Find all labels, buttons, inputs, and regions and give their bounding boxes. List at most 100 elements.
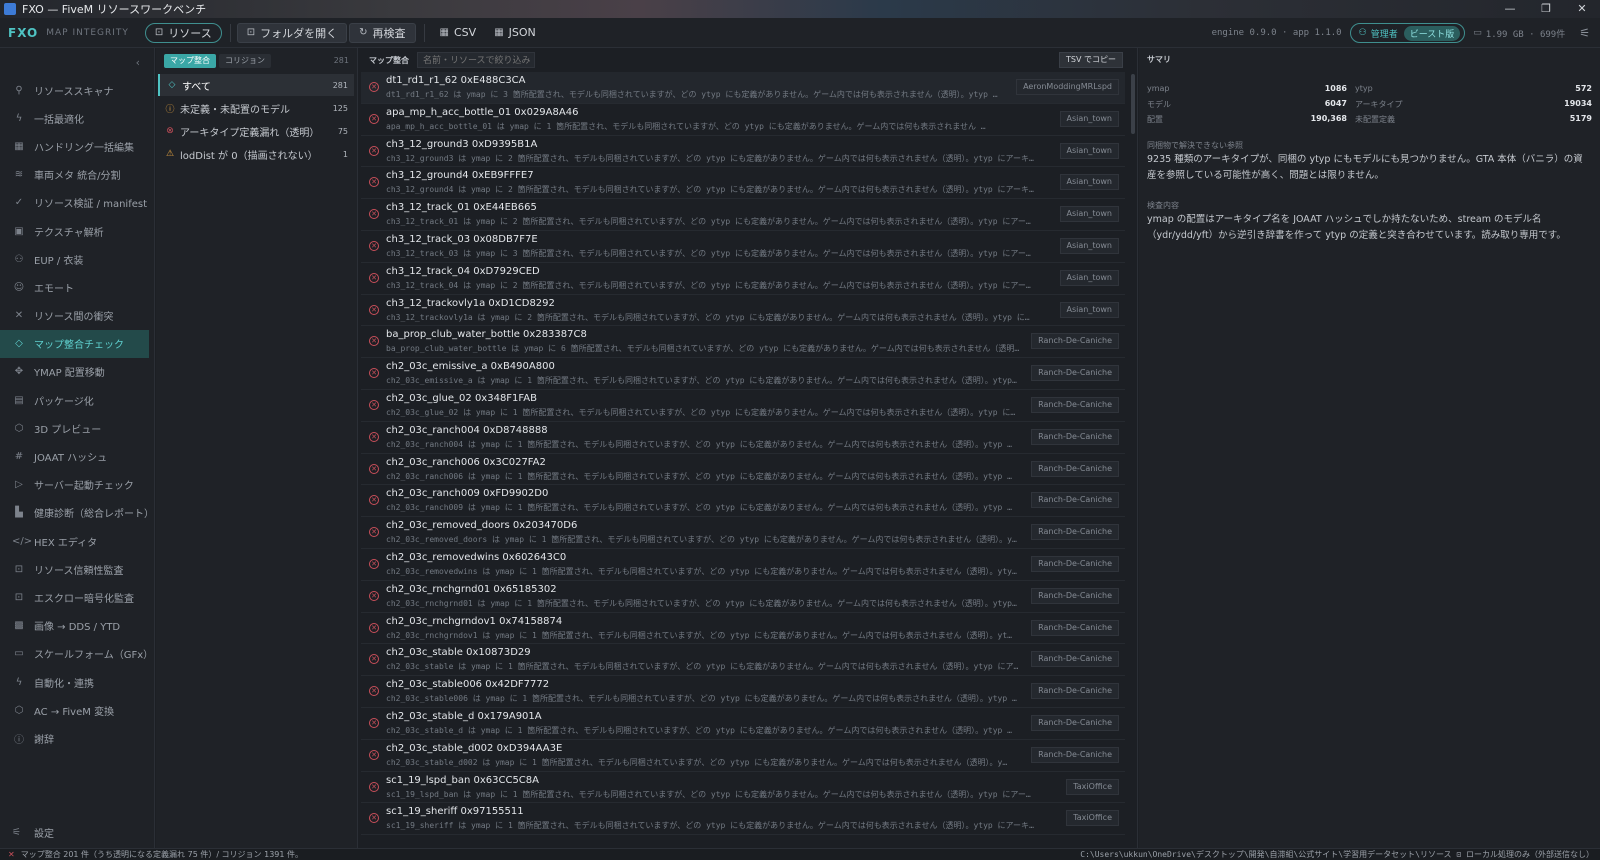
resource-tag[interactable]: Ranch-De-Caniche: [1031, 587, 1119, 604]
resource-button[interactable]: ⊡ リソース: [144, 22, 222, 43]
resource-tag[interactable]: Ranch-De-Caniche: [1031, 746, 1119, 763]
resource-tag[interactable]: Ranch-De-Caniche: [1031, 683, 1119, 700]
resource-tag[interactable]: Ranch-De-Caniche: [1031, 714, 1119, 731]
issue-row[interactable]: ✕ ch3_12_trackovly1a 0xD1CD8292 ch3_12_tra…: [361, 295, 1125, 327]
issue-row[interactable]: ✕ ch2_03c_stable 0x10873D29 ch2_03c_stable…: [361, 644, 1125, 677]
resource-tag[interactable]: Asian_town: [1059, 269, 1119, 286]
resource-tag[interactable]: Ranch-De-Caniche: [1031, 460, 1119, 477]
stat-key: ytyp: [1355, 84, 1373, 93]
collapse-sidebar-icon[interactable]: ‹: [136, 56, 140, 69]
issue-row[interactable]: ✕ ch2_03c_ranch009 0xFD9902D0 ch2_03c_ranc…: [361, 485, 1125, 518]
category-item[interactable]: ⓘ 未定義・未配置のモデル 125: [158, 97, 354, 119]
sidebar-item-9[interactable]: ◇ マップ整合チェック: [0, 329, 149, 358]
resource-tag[interactable]: TaxiOffice: [1066, 810, 1119, 827]
issue-row[interactable]: ✕ apa_mp_h_acc_bottle_01 0x029A8A46 apa_mp…: [361, 104, 1125, 136]
resource-tag[interactable]: Ranch-De-Caniche: [1031, 333, 1119, 350]
sliders-icon[interactable]: ⚟: [1579, 26, 1590, 40]
category-item[interactable]: ⊗ アーキタイプ定義漏れ（透明） 75: [158, 120, 354, 142]
sidebar-item-12[interactable]: ⬡ 3D プレビュー: [0, 414, 155, 442]
sidebar-item-3[interactable]: ≋ 車両メタ 統合/分割: [0, 161, 155, 189]
resource-tag[interactable]: Asian_town: [1059, 301, 1119, 318]
resource-tag[interactable]: Asian_town: [1059, 110, 1119, 127]
issue-row[interactable]: ✕ ch3_12_track_03 0x08DB7F7E ch3_12_track_…: [361, 231, 1125, 263]
sidebar-item-14[interactable]: ▷ サーバー起動チェック: [0, 471, 155, 499]
sidebar-item-13[interactable]: # JOAAT ハッシュ: [0, 442, 155, 470]
issue-row[interactable]: ✕ sc1_19_lspd_ban 0x63CC5C8A sc1_19_lspd_b…: [361, 772, 1125, 804]
resource-tag[interactable]: Asian_town: [1059, 142, 1119, 159]
sidebar-item-2[interactable]: ▦ ハンドリング一括編集: [0, 132, 155, 160]
issue-row[interactable]: ✕ ch3_12_track_01 0xE44EB665 ch3_12_track_…: [361, 199, 1125, 231]
issue-row[interactable]: ✕ ch2_03c_removed_doors 0x203470D6 ch2_03c…: [361, 517, 1125, 549]
issue-row[interactable]: ✕ ch2_03c_glue_02 0x348F1FAB ch2_03c_glue_…: [361, 390, 1125, 422]
resource-tag[interactable]: Ranch-De-Caniche: [1031, 428, 1119, 445]
resource-tag[interactable]: Ranch-De-Caniche: [1031, 365, 1119, 382]
sidebar-item-5[interactable]: ▣ テクスチャ解析: [0, 217, 155, 245]
filter-input[interactable]: [417, 52, 535, 68]
sidebar-item-1[interactable]: ϟ 一括最適化: [0, 104, 155, 132]
close-button[interactable]: ✕: [1564, 0, 1600, 18]
sidebar-item-4[interactable]: ✓ リソース検証 / manifest: [0, 189, 155, 217]
issue-row[interactable]: ✕ ch2_03c_ranch006 0x3C027FA2 ch2_03c_ranc…: [361, 454, 1125, 486]
issue-row[interactable]: ✕ ch3_12_ground3 0xD9395B1A ch3_12_ground3…: [361, 136, 1125, 168]
tab-collision[interactable]: コリジョン: [219, 54, 271, 68]
sidebar-item-21[interactable]: ϟ 自動化・連携: [0, 668, 155, 696]
issue-row[interactable]: ✕ ch3_12_track_04 0xD7929CED ch3_12_track_…: [361, 263, 1125, 295]
issue-row[interactable]: ✕ ch2_03c_stable_d002 0xD394AA3E ch2_03c_s…: [361, 740, 1125, 772]
resource-tag[interactable]: Ranch-De-Caniche: [1031, 492, 1119, 509]
sidebar-item-22[interactable]: ⬡ AC → FiveM 変換: [0, 696, 155, 724]
open-folder-button[interactable]: ⊡ フォルダを開く: [236, 22, 348, 43]
issue-row[interactable]: ✕ dt1_rd1_r1_62 0xE488C3CA dt1_rd1_r1_62 は…: [361, 72, 1125, 104]
issue-row[interactable]: ✕ ch2_03c_emissive_a 0xB490A800 ch2_03c_em…: [361, 358, 1125, 390]
issue-row[interactable]: ✕ ch2_03c_ranch004 0xD8748888 ch2_03c_ranc…: [361, 422, 1125, 454]
issue-name: ch2_03c_glue_02 0x348F1FAB: [386, 392, 537, 404]
sidebar-item-6[interactable]: ⚇ EUP / 衣装: [0, 245, 155, 273]
json-export-button[interactable]: ▦ JSON: [485, 23, 545, 43]
resource-tag[interactable]: Ranch-De-Caniche: [1031, 396, 1119, 413]
copy-tsv-button[interactable]: TSV でコピー: [1059, 52, 1123, 68]
issue-row[interactable]: ✕ ch3_12_ground4 0xEB9FFFE7 ch3_12_ground4…: [361, 167, 1125, 200]
sidebar-item-18[interactable]: ⊡ エスクロー暗号化監査: [0, 583, 155, 611]
resource-tag[interactable]: Ranch-De-Caniche: [1031, 651, 1119, 668]
issue-row[interactable]: ✕ ba_prop_club_water_bottle 0x283387C8 ba_…: [361, 326, 1125, 359]
sidebar-item-0[interactable]: ⚲ リソーススキャナ: [0, 76, 155, 104]
resource-tag[interactable]: Ranch-De-Caniche: [1031, 555, 1119, 572]
issue-row[interactable]: ✕ ch2_03c_rnchgrnd01 0x65185302 ch2_03c_rn…: [361, 581, 1125, 613]
sidebar-item-11[interactable]: ▤ パッケージ化: [0, 386, 155, 414]
issue-row[interactable]: ✕ ch2_03c_rnchgrndov1 0x74158874 ch2_03c_r…: [361, 613, 1125, 645]
sidebar-item-10[interactable]: ✥ YMAP 配置移動: [0, 358, 155, 386]
resource-tag[interactable]: TaxiOffice: [1066, 778, 1119, 795]
sidebar-item-17[interactable]: ⊡ リソース信頼性監査: [0, 555, 155, 583]
sidebar-item-23[interactable]: ⓘ 謝辞: [0, 724, 155, 752]
minimize-button[interactable]: —: [1492, 0, 1528, 18]
sidebar-item-19[interactable]: ▩ 画像 → DDS / YTD: [0, 612, 155, 640]
sidebar-item-8[interactable]: ✕ リソース間の衝突: [0, 302, 155, 330]
admin-badge[interactable]: ⚇ 管理者 ビースト版: [1349, 23, 1466, 43]
maximize-button[interactable]: ❐: [1528, 0, 1564, 18]
issue-description: ch2_03c_removed_doors は ymap に 1 箇所配置され、…: [386, 535, 1017, 545]
category-item[interactable]: ⚠ lodDist が 0（描画されない） 1: [158, 143, 354, 165]
issue-row[interactable]: ✕ ch2_03c_stable006 0x42DF7772 ch2_03c_sta…: [361, 676, 1125, 708]
csv-export-button[interactable]: ▦ CSV: [431, 23, 486, 43]
resource-tag[interactable]: Ranch-De-Caniche: [1031, 619, 1119, 636]
sidebar-item-15[interactable]: ▙ 健康診断（総合レポート）: [0, 499, 155, 527]
resource-tag[interactable]: Ranch-De-Caniche: [1031, 524, 1119, 541]
sidebar-item-20[interactable]: ▭ スケールフォーム（GFx）: [0, 640, 155, 668]
resource-tag[interactable]: Asian_town: [1059, 237, 1119, 254]
sidebar: ‹ ⚲ リソーススキャナ ϟ 一括最適化 ▦ ハンドリング一括編集 ≋ 車両メタ 統合/分割 ✓…: [0, 48, 155, 848]
resource-tag[interactable]: Asian_town: [1059, 174, 1119, 191]
issue-row[interactable]: ✕ ch2_03c_stable_d 0x179A901A ch2_03c_stab…: [361, 708, 1125, 740]
resource-tag[interactable]: Asian_town: [1059, 206, 1119, 223]
category-item[interactable]: ◇ すべて 281: [158, 74, 354, 96]
sidebar-item-settings[interactable]: ⚟ 設定: [12, 825, 54, 840]
resource-tag[interactable]: AeronModdingMRLspd: [1016, 79, 1119, 95]
issue-row[interactable]: ✕ sc1_19_sheriff 0x97155511 sc1_19_sheriff…: [361, 803, 1125, 836]
issue-row[interactable]: ✕ ch2_03c_removedwins 0x602643C0 ch2_03c_r…: [361, 549, 1125, 581]
stat-key: モデル: [1147, 100, 1171, 109]
scrollbar[interactable]: [1131, 74, 1135, 134]
sidebar-item-16[interactable]: </> HEX エディタ: [0, 527, 155, 555]
error-icon: ✕: [369, 240, 379, 251]
build-badge: ビースト版: [1403, 25, 1461, 41]
recheck-button[interactable]: ↻ 再検査: [349, 22, 416, 43]
sidebar-item-7[interactable]: ☺ エモート: [0, 273, 155, 301]
tab-map-integrity[interactable]: マップ整合: [164, 54, 216, 68]
